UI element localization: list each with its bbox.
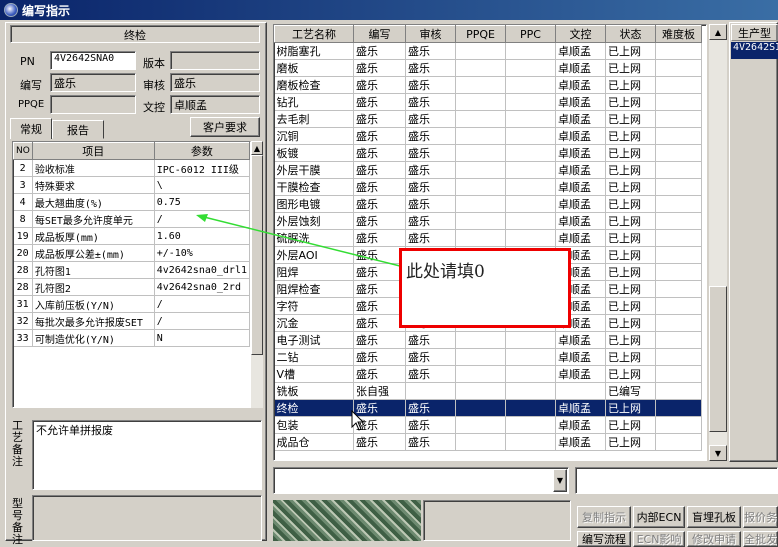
mouse-cursor-icon: [351, 410, 365, 431]
annotation-callout: 此处请填0: [399, 248, 571, 328]
annotation-arrow: [196, 214, 401, 267]
